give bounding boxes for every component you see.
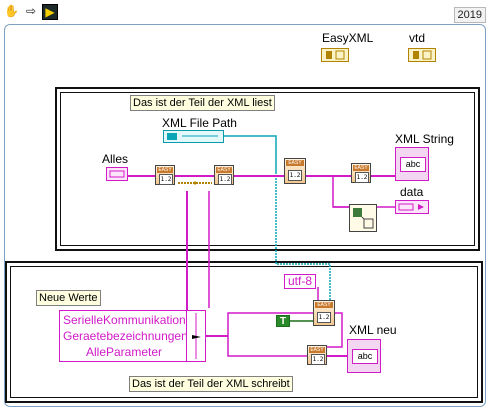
true-constant[interactable]: T <box>276 315 290 327</box>
easyxml-write-file-vi[interactable]: EASY 1.2 <box>313 300 335 326</box>
easyxml-read-file-vi-header: EASY <box>286 160 304 166</box>
easyxml-vi-4-header: EASY <box>309 347 325 353</box>
easyxml-vi-4-symbol: 1.2 <box>311 354 325 365</box>
easyxml-vi-3-symbol: 1.2 <box>355 172 369 183</box>
xml-parse-vi[interactable] <box>349 204 377 232</box>
neue-werte-cluster[interactable]: SerielleKommunikation Geraetebezeichnung… <box>59 310 206 362</box>
easyxml-read-file-vi-symbol: 1.2 <box>288 170 302 181</box>
hand-icon[interactable]: ✋ <box>4 4 19 18</box>
ring-item-alleparameter[interactable]: AlleParameter <box>63 344 185 360</box>
xml-string-abc: abc <box>400 157 426 172</box>
toolbar: ✋ ⇨ ▶ 2019 <box>0 0 490 24</box>
ring-item-seriellekommunikation[interactable]: SerielleKommunikation <box>63 312 186 328</box>
alles-label: Alles <box>102 152 129 166</box>
easyxml-vi-1-symbol: 1.2 <box>159 174 173 185</box>
xml-file-path-control[interactable] <box>163 130 224 143</box>
data-indicator <box>395 200 429 214</box>
xml-neu-indicator: abc <box>347 339 381 373</box>
run-arrow-icon[interactable]: ⇨ <box>24 4 38 18</box>
alles-cluster-control[interactable] <box>106 167 128 181</box>
version-badge: 2019 <box>453 7 486 23</box>
easyxml-vi-2-header: EASY <box>216 167 232 173</box>
run-continuously-icon[interactable]: ▶ <box>42 4 58 20</box>
easyxml-label: EasyXML <box>322 31 374 45</box>
neue-werte-comment: Neue Werte <box>36 290 101 306</box>
easyxml-vi-3-header: EASY <box>353 165 369 171</box>
easyxml-vi-3[interactable]: EASY 1.2 <box>351 163 371 183</box>
xml-neu-label: XML neu <box>349 323 397 337</box>
bundle-node <box>186 311 205 361</box>
xml-string-indicator: abc <box>395 147 429 181</box>
easyxml-vi-1[interactable]: EASY 1.2 <box>155 165 175 185</box>
ring-item-geraetebezeichnungen[interactable]: Geraetebezeichnungen <box>63 328 188 344</box>
easyxml-vi-2-symbol: 1.2 <box>218 174 232 185</box>
vtd-label: vtd <box>409 31 426 45</box>
utf8-constant[interactable]: utf-8 <box>284 274 317 289</box>
easyxml-read-file-vi[interactable]: EASY 1.2 <box>284 158 306 184</box>
read-comment: Das ist der Teil der XML liest <box>130 95 275 111</box>
xml-file-path-label: XML File Path <box>162 116 237 130</box>
easyxml-vi-2[interactable]: EASY 1.2 <box>214 165 234 185</box>
xml-string-label: XML String <box>395 132 454 146</box>
easyxml-cluster-constant[interactable] <box>321 48 349 62</box>
easyxml-write-file-vi-header: EASY <box>315 302 333 308</box>
data-label: data <box>400 185 424 199</box>
easyxml-write-file-vi-symbol: 1.2 <box>317 312 331 323</box>
vtd-cluster-constant[interactable] <box>408 48 436 62</box>
write-comment: Das ist der Teil der XML schreibt <box>129 376 293 392</box>
xml-neu-abc: abc <box>352 349 378 364</box>
easyxml-vi-1-header: EASY <box>157 167 173 173</box>
easyxml-vi-4[interactable]: EASY 1.2 <box>307 345 327 365</box>
